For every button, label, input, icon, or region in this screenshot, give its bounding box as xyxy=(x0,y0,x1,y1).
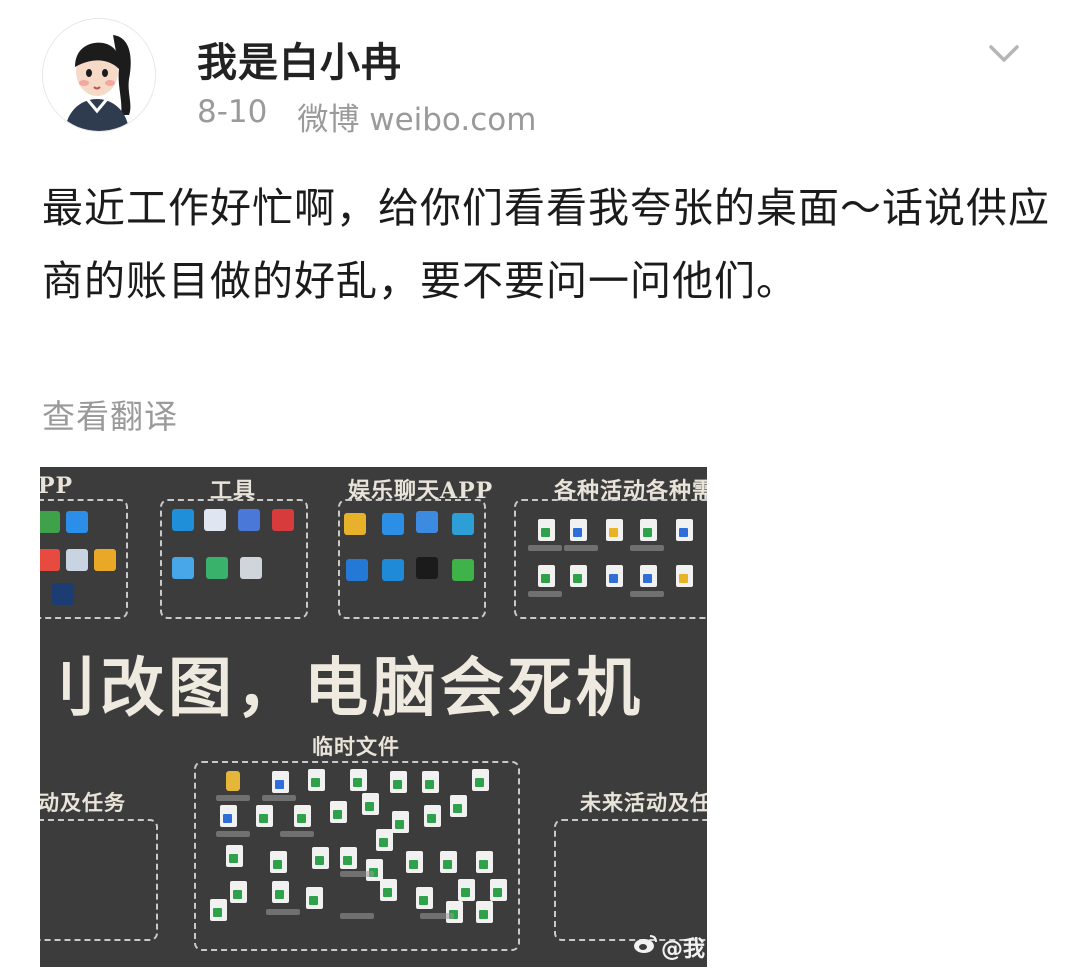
icon-label xyxy=(216,795,250,801)
post-image[interactable]: PP 工具 娱乐聊天APP 各种活动各种需 刂改图，电脑会死机 临时文件 动及任… xyxy=(40,467,707,967)
document-icon xyxy=(294,805,311,827)
tool-icon xyxy=(240,557,262,579)
group-title-current: 动及任务 xyxy=(40,790,126,815)
chat-icon xyxy=(382,513,404,535)
document-icon xyxy=(390,771,407,793)
group-title-temp: 临时文件 xyxy=(312,734,400,759)
document-icon xyxy=(362,793,379,815)
document-icon xyxy=(416,887,433,909)
document-icon xyxy=(424,805,441,827)
icon-label xyxy=(340,913,374,919)
post-source: 微博 weibo.com xyxy=(297,102,537,138)
icon-label xyxy=(266,909,300,915)
post-meta: 8-10 微博 weibo.com xyxy=(197,94,536,139)
app-icon xyxy=(40,511,60,533)
icon-label xyxy=(528,591,562,597)
document-icon xyxy=(640,519,657,541)
document-icon xyxy=(350,769,367,791)
document-icon xyxy=(570,565,587,587)
document-icon xyxy=(538,565,555,587)
document-icon xyxy=(220,805,237,827)
document-icon xyxy=(450,795,467,817)
document-icon xyxy=(640,565,657,587)
icon-label xyxy=(630,591,664,597)
document-icon xyxy=(606,519,623,541)
group-title-future: 未来活动及任 xyxy=(580,790,707,815)
group-box-current xyxy=(40,819,158,941)
chat-icon xyxy=(416,511,438,533)
app-icon xyxy=(94,549,116,571)
document-icon xyxy=(270,851,287,873)
document-icon xyxy=(210,899,227,921)
username[interactable]: 我是白小冉 xyxy=(197,30,402,88)
icon-label xyxy=(340,871,374,877)
document-icon xyxy=(392,811,409,833)
document-icon xyxy=(330,801,347,823)
post-text: 最近工作好忙啊，给你们看看我夸张的桌面～话说供应商的账目做的好乱，要不要问一问他… xyxy=(42,184,1050,305)
tool-icon xyxy=(206,557,228,579)
chevron-down-icon[interactable] xyxy=(986,40,1022,68)
chat-icon xyxy=(382,559,404,581)
document-icon xyxy=(676,519,693,541)
avatar[interactable] xyxy=(42,18,156,132)
chat-icon xyxy=(346,559,368,581)
chat-icon xyxy=(452,559,474,581)
post-date: 8-10 xyxy=(197,94,268,130)
app-icon xyxy=(40,549,60,571)
document-icon xyxy=(422,771,439,793)
document-icon xyxy=(476,851,493,873)
document-icon xyxy=(472,769,489,791)
icon-label xyxy=(564,545,598,551)
document-icon xyxy=(476,901,493,923)
app-icon xyxy=(66,511,88,533)
icon-label xyxy=(630,545,664,551)
group-title-apps: PP xyxy=(40,473,74,499)
document-icon xyxy=(406,851,423,873)
chat-icon xyxy=(344,513,366,535)
app-icon xyxy=(66,549,88,571)
document-icon xyxy=(308,769,325,791)
document-icon xyxy=(366,859,383,881)
document-icon xyxy=(306,887,323,909)
document-icon xyxy=(230,881,247,903)
group-box-activities xyxy=(514,499,707,619)
document-icon xyxy=(272,771,289,793)
document-icon xyxy=(256,805,273,827)
icon-label xyxy=(262,795,296,801)
document-icon xyxy=(676,565,693,587)
document-icon xyxy=(376,829,393,851)
icon-label xyxy=(528,545,562,551)
document-icon xyxy=(312,847,329,869)
group-box-future xyxy=(554,819,707,941)
desktop-wallpaper-text: 刂改图，电脑会死机 xyxy=(40,651,644,726)
tool-icon xyxy=(172,557,194,579)
tool-icon xyxy=(238,509,260,531)
document-icon xyxy=(226,845,243,867)
document-icon xyxy=(340,847,357,869)
tool-icon xyxy=(172,509,194,531)
icon-label xyxy=(216,831,250,837)
app-icon xyxy=(52,583,74,605)
weibo-logo-icon xyxy=(632,933,658,961)
document-icon xyxy=(446,901,463,923)
document-icon xyxy=(606,565,623,587)
chat-icon xyxy=(416,557,438,579)
watermark-text: @我 xyxy=(660,937,705,962)
document-icon xyxy=(272,881,289,903)
document-icon xyxy=(538,519,555,541)
document-icon xyxy=(440,851,457,873)
icon-label xyxy=(420,913,454,919)
document-icon xyxy=(490,879,507,901)
document-icon xyxy=(570,519,587,541)
tool-icon xyxy=(272,509,294,531)
folder-icon xyxy=(226,771,240,791)
translate-link[interactable]: 查看翻译 xyxy=(42,390,178,438)
tool-icon xyxy=(204,509,226,531)
document-icon xyxy=(380,879,397,901)
document-icon xyxy=(458,879,475,901)
chat-icon xyxy=(452,513,474,535)
weibo-watermark: @我 xyxy=(632,931,705,963)
icon-label xyxy=(280,831,314,837)
